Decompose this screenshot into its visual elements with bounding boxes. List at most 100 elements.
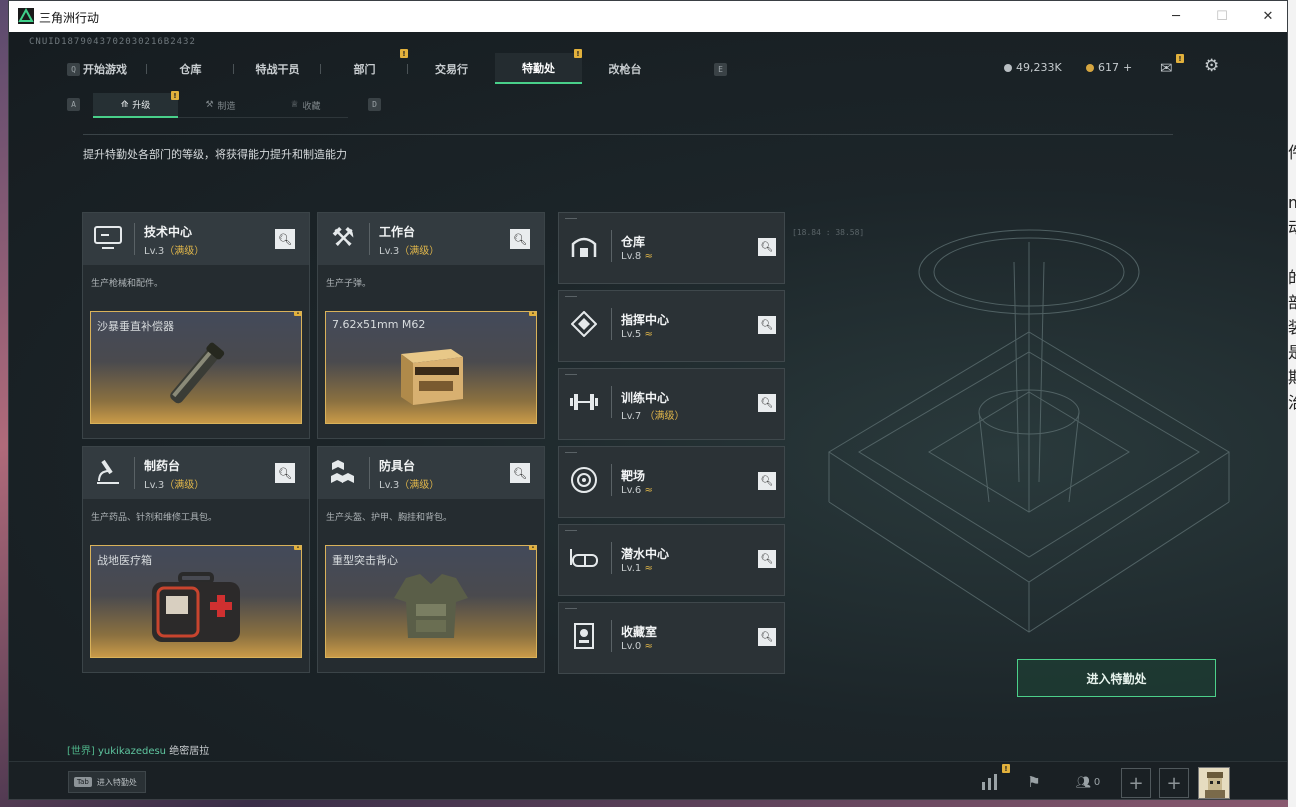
friends-icon: 👥︎ xyxy=(1075,775,1091,789)
friends-button[interactable]: 👥︎ 0 xyxy=(1071,770,1105,794)
tab-department[interactable]: 部门! xyxy=(321,49,408,84)
magnifier-icon[interactable]: 🔍︎ xyxy=(758,316,776,334)
building-name: 收藏室 xyxy=(621,625,658,639)
mail-badge: ! xyxy=(1176,54,1184,63)
max-level-tag: （满级） xyxy=(399,246,440,257)
building-shooting-range[interactable]: 靶场 Lv.6 ≈ 🔍︎ xyxy=(558,446,785,518)
chat-message: 绝密居拉 xyxy=(169,746,210,757)
tab-start-game[interactable]: 开始游戏 xyxy=(63,53,147,84)
page-description: 提升特勤处各部门的等级，将获得能力提升和制造能力 xyxy=(83,148,347,161)
item-name: 沙暴垂直补偿器 xyxy=(97,320,174,333)
item-badge: ! xyxy=(294,546,301,550)
tab-label: 开始游戏 xyxy=(83,62,127,76)
building-training-center[interactable]: 训练中心 Lv.7 （满级） 🔍︎ xyxy=(558,368,785,440)
tab-market[interactable]: 交易行 xyxy=(408,53,495,84)
building-name: 靶场 xyxy=(621,469,646,483)
department-card-armor[interactable]: 防具台 Lv.3（满级） 🔍︎ 生产头盔、护甲、胸挂和背包。 重型突击背心 ! xyxy=(317,446,545,673)
tab-special-service[interactable]: 特勤处! xyxy=(495,49,582,84)
building-diving-center[interactable]: 潜水中心 Lv.1 ≈ 🔍︎ xyxy=(558,524,785,596)
stats-icon[interactable] xyxy=(977,770,1003,794)
close-button[interactable]: ✕ xyxy=(1245,1,1287,32)
divider xyxy=(611,308,612,340)
department-card-workbench[interactable]: ⚒ 工作台 Lv.3（满级） 🔍︎ 生产子弹。 7.62x51mm M62 ! xyxy=(317,212,545,439)
compensator-image xyxy=(170,342,225,404)
tab-shortcut-hint[interactable]: Tab 进入特勤处 xyxy=(68,771,146,793)
tab-gunsmith[interactable]: 改枪台 xyxy=(582,53,668,84)
featured-item[interactable]: 沙暴垂直补偿器 ! xyxy=(90,311,302,424)
flag-icon[interactable]: ⚑ xyxy=(1021,770,1047,794)
tab-label: 特战干员 xyxy=(255,62,300,76)
avatar[interactable] xyxy=(1198,767,1230,799)
minimize-button[interactable]: ─ xyxy=(1153,1,1199,32)
building-name: 指挥中心 xyxy=(621,313,670,327)
divider xyxy=(611,542,612,574)
upgrade-arrow-icon: ≈ xyxy=(644,329,653,340)
department-level: Lv.3（满级） xyxy=(144,242,204,257)
featured-item[interactable]: 战地医疗箱 ! xyxy=(90,545,302,658)
app-icon xyxy=(18,8,34,24)
sub-nav: ⟰ 升级! ⚒ 制造 ♕ 收藏 xyxy=(93,91,348,118)
department-name: 防具台 xyxy=(379,459,416,473)
maximize-button[interactable]: ☐ xyxy=(1199,1,1245,32)
building-command-center[interactable]: 指挥中心 Lv.5 ≈ 🔍︎ xyxy=(558,290,785,362)
bottom-bar: Tab 进入特勤处 ! ⚑ 👥︎ 0 + + xyxy=(9,761,1287,799)
item-badge: ! xyxy=(294,312,301,316)
command-icon xyxy=(569,309,599,339)
gold-amount: 617 xyxy=(1098,61,1119,74)
chat-channel: [世界] xyxy=(67,746,95,757)
tab-craft[interactable]: ⚒ 制造 xyxy=(178,93,263,118)
magnifier-icon[interactable]: 🔍︎ xyxy=(758,394,776,412)
featured-item[interactable]: 重型突击背心 ! xyxy=(325,545,537,658)
stats-badge: ! xyxy=(1002,764,1010,773)
building-level: Lv.0 ≈ xyxy=(621,641,653,652)
base-schematic-art xyxy=(828,229,1230,633)
add-teammate-button[interactable]: + xyxy=(1159,768,1189,798)
featured-item[interactable]: 7.62x51mm M62 ! xyxy=(325,311,537,424)
tab-collection[interactable]: ♕ 收藏 xyxy=(263,93,348,118)
chat-line[interactable]: [世界] yukikazedesu 绝密居拉 xyxy=(67,742,209,757)
divider xyxy=(565,374,577,375)
department-name: 制药台 xyxy=(144,459,181,473)
tab-upgrade[interactable]: ⟰ 升级! xyxy=(93,91,179,118)
magnifier-icon[interactable]: 🔍︎ xyxy=(758,628,776,646)
magnifier-icon[interactable]: 🔍︎ xyxy=(758,472,776,490)
silver-currency[interactable]: 49,233K xyxy=(1004,61,1062,74)
building-warehouse[interactable]: 仓库 Lv.8 ≈ 🔍︎ xyxy=(558,212,785,284)
building-collection-room[interactable]: 收藏室 Lv.0 ≈ 🔍︎ xyxy=(558,602,785,674)
department-description: 生产药品、针剂和维修工具包。 xyxy=(91,513,218,523)
magnifier-icon[interactable]: 🔍︎ xyxy=(758,550,776,568)
divider xyxy=(565,452,577,453)
monitor-icon xyxy=(91,221,125,255)
dumbbell-icon xyxy=(569,387,599,417)
user-uid: CNUID1879043702030216B2432 xyxy=(29,37,196,47)
upgrade-arrow-icon: ≈ xyxy=(644,485,653,496)
upgrade-arrow-icon: ≈ xyxy=(644,641,653,652)
divider xyxy=(83,134,1173,135)
department-card-tech[interactable]: 技术中心 Lv.3（满级） 🔍︎ 生产枪械和配件。 沙暴垂直补偿器 ! xyxy=(82,212,310,439)
enter-special-service-button[interactable]: 进入特勤处 xyxy=(1017,659,1216,697)
magnifier-icon[interactable]: 🔍︎ xyxy=(510,463,530,483)
gear-icon[interactable]: ⚙ xyxy=(1204,56,1219,76)
magnifier-icon[interactable]: 🔍︎ xyxy=(275,463,295,483)
craft-icon: ⚒ xyxy=(205,100,214,110)
magnifier-icon[interactable]: 🔍︎ xyxy=(510,229,530,249)
trophy-icon: ♕ xyxy=(290,100,299,110)
game-window: 三角洲行动 ─ ☐ ✕ CNUID1879043702030216B2432 Q… xyxy=(8,0,1288,800)
building-name: 训练中心 xyxy=(621,391,670,405)
department-name: 工作台 xyxy=(379,225,416,239)
department-card-pharmacy[interactable]: 制药台 Lv.3（满级） 🔍︎ 生产药品、针剂和维修工具包。 战地医疗箱 ! xyxy=(82,446,310,673)
game-viewport: CNUID1879043702030216B2432 Q 开始游戏 仓库 特战干… xyxy=(9,32,1287,799)
magnifier-icon[interactable]: 🔍︎ xyxy=(758,238,776,256)
add-teammate-button[interactable]: + xyxy=(1121,768,1151,798)
tab-warehouse[interactable]: 仓库 xyxy=(147,53,234,84)
tab-operators[interactable]: 特战干员 xyxy=(234,53,321,84)
gold-currency[interactable]: 617 + xyxy=(1086,61,1132,74)
subnav-right-key: D xyxy=(368,98,381,111)
background-window-edge: 件m动（的部装是期治 xyxy=(1288,143,1296,410)
magnifier-icon[interactable]: 🔍︎ xyxy=(275,229,295,249)
card-header: 技术中心 Lv.3（满级） 🔍︎ xyxy=(83,213,309,265)
card-header: ⚒ 工作台 Lv.3（满级） 🔍︎ xyxy=(318,213,544,265)
coordinate-readout: [18.84 : 38.58] xyxy=(792,228,865,237)
max-level-tag: （满级） xyxy=(164,480,205,491)
card-header: 防具台 Lv.3（满级） 🔍︎ xyxy=(318,447,544,499)
